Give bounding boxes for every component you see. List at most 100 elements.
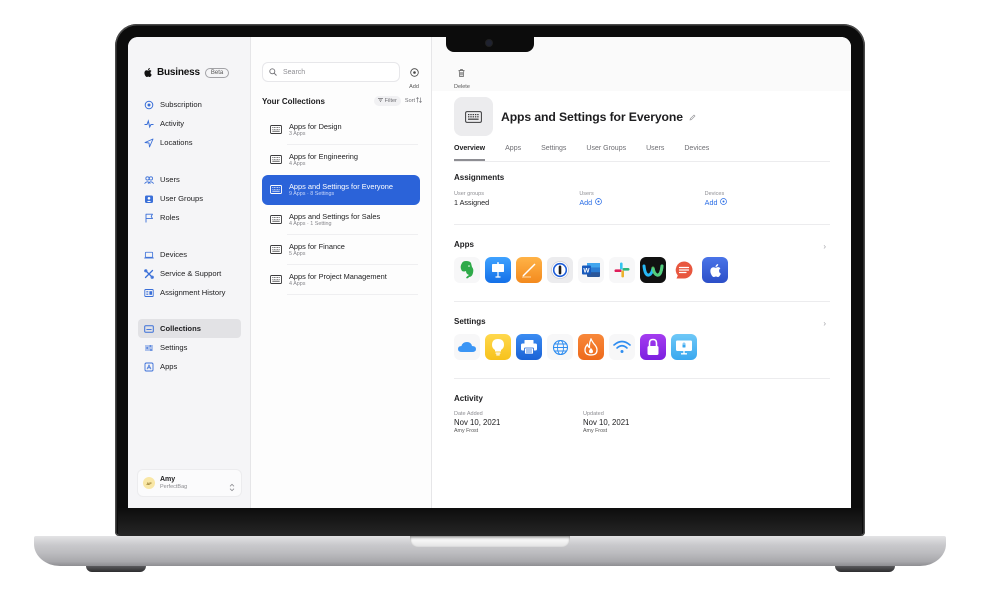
collection-list-item[interactable]: Apps for Project Management 4 Apps	[262, 265, 420, 295]
detail-tabs: Overview Apps Settings User Groups Users Devi…	[454, 145, 830, 162]
sidebar-item-roles[interactable]: Roles	[138, 208, 241, 227]
printer-icon[interactable]	[516, 334, 542, 360]
sidebar-item-label: Activity	[160, 119, 185, 128]
sort-button[interactable]: Sort	[405, 97, 422, 105]
collection-list-item[interactable]: Apps for Design 3 Apps	[262, 115, 420, 145]
edit-pencil-icon[interactable]	[689, 110, 696, 124]
sidebar-item-activity[interactable]: Activity	[138, 114, 241, 133]
slack-icon[interactable]	[609, 257, 635, 283]
sidebar-item-apps[interactable]: Apps	[138, 357, 241, 376]
collection-name: Apps and Settings for Sales	[289, 212, 381, 221]
settings-section[interactable]: Settings ›	[454, 317, 830, 360]
date-added-label: Date Added	[454, 411, 483, 417]
tab-settings[interactable]: Settings	[541, 145, 566, 161]
evernote-icon[interactable]	[454, 257, 480, 283]
collection-icon	[270, 151, 282, 169]
quip-icon[interactable]	[671, 257, 697, 283]
nav-group-account: Subscription Activity Locations	[138, 95, 241, 152]
collection-text: Apps for Engineering 4 Apps	[289, 152, 358, 168]
filter-label: Filter	[384, 98, 397, 104]
sidebar-item-service-support[interactable]: Service & Support	[138, 264, 241, 283]
apps-title: Apps	[454, 240, 474, 249]
sidebar-item-user-groups[interactable]: User Groups	[138, 189, 241, 208]
assignment-users: Users Add	[579, 191, 704, 208]
users-icon	[144, 175, 154, 185]
add-devices-link[interactable]: Add	[705, 198, 830, 208]
nav-group-devices: Devices Service & Support Assignment His…	[138, 245, 241, 302]
subscription-icon	[144, 100, 154, 110]
collections-icon	[144, 324, 154, 334]
sidebar-item-locations[interactable]: Locations	[138, 133, 241, 152]
sidebar-item-label: Apps	[160, 362, 178, 371]
collection-text: Apps and Settings for Sales 4 Apps · 1 Se…	[289, 212, 380, 228]
keynote-icon[interactable]	[485, 257, 511, 283]
tab-overview[interactable]: Overview	[454, 145, 486, 161]
display-icon[interactable]	[671, 334, 697, 360]
added-by: Amy Frost	[454, 428, 479, 434]
collection-list-item[interactable]: Apps for Engineering 4 Apps	[262, 145, 420, 175]
word-icon[interactable]: W	[578, 257, 604, 283]
search-input[interactable]: Search	[262, 62, 400, 82]
collection-list-item[interactable]: Apps and Settings for Everyone 9 Apps · 8…	[262, 175, 420, 205]
assignments-title: Assignments	[454, 173, 505, 182]
tab-devices[interactable]: Devices	[684, 145, 709, 161]
sidebar-item-assignment-history[interactable]: Assignment History	[138, 283, 241, 302]
webex-icon[interactable]	[640, 257, 666, 283]
sidebar-item-settings[interactable]: Settings	[138, 338, 241, 357]
fire-icon[interactable]	[578, 334, 604, 360]
camera-icon	[486, 40, 492, 46]
collection-meta: 3 Apps	[289, 131, 306, 137]
apple-business-app-icon[interactable]	[702, 257, 728, 283]
collection-list-item[interactable]: Apps for Finance 5 Apps	[262, 235, 420, 265]
lightbulb-icon[interactable]	[485, 334, 511, 360]
avatar: AF	[143, 477, 155, 489]
add-users-label: Add	[579, 198, 593, 207]
sidebar-item-label: Subscription	[160, 100, 202, 109]
app-window: Business Beta Subscription Activity Loca…	[128, 37, 851, 508]
1password-icon[interactable]	[547, 257, 573, 283]
icloud-icon[interactable]	[454, 334, 480, 360]
collection-meta: 4 Apps	[289, 281, 306, 287]
sidebar-item-label: User Groups	[160, 194, 204, 203]
trash-icon	[458, 64, 465, 82]
updated-label: Updated	[583, 411, 604, 417]
divider	[454, 378, 830, 379]
collection-name: Apps for Finance	[289, 242, 345, 251]
activity-row: Date Added Nov 10, 2021 Amy Frost Update…	[454, 411, 830, 435]
devices-label: Devices	[704, 191, 725, 197]
collection-icon	[270, 211, 282, 229]
sidebar-item-collections[interactable]: Collections	[138, 319, 241, 338]
account-switcher[interactable]: AF Amy PerfectBag	[137, 469, 242, 497]
brand-logo	[144, 68, 152, 77]
user-groups-icon	[144, 194, 154, 204]
sidebar-item-devices[interactable]: Devices	[138, 245, 241, 264]
collection-icon	[454, 97, 493, 136]
apps-section[interactable]: Apps › W	[454, 240, 830, 283]
sidebar-item-subscription[interactable]: Subscription	[138, 95, 241, 114]
lock-icon[interactable]	[640, 334, 666, 360]
tab-apps[interactable]: Apps	[505, 145, 521, 161]
delete-button[interactable]: Delete	[454, 64, 470, 90]
add-collection-button[interactable]: Add	[404, 64, 424, 90]
sidebar-item-label: Locations	[160, 138, 193, 147]
filter-button[interactable]: Filter	[373, 96, 401, 106]
page-title: Apps and Settings for Everyone	[501, 110, 696, 124]
date-added-value: Nov 10, 2021	[454, 418, 501, 427]
laptop-foot-right	[835, 566, 895, 572]
collection-icon	[270, 271, 282, 289]
wifi-icon[interactable]	[609, 334, 635, 360]
search-icon	[269, 63, 277, 81]
globe-icon[interactable]	[547, 334, 573, 360]
tools-icon	[144, 268, 154, 279]
collection-list-item[interactable]: Apps and Settings for Sales 4 Apps · 1 Se…	[262, 205, 420, 235]
chevron-right-icon[interactable]: ›	[823, 242, 826, 251]
divider	[454, 301, 830, 302]
tab-user-groups[interactable]: User Groups	[586, 145, 626, 161]
add-users-link[interactable]: Add	[579, 198, 704, 208]
collection-title: Apps and Settings for Everyone	[501, 110, 683, 124]
tab-users[interactable]: Users	[646, 145, 664, 161]
brand: Business Beta	[144, 67, 230, 78]
chevron-right-icon[interactable]: ›	[823, 319, 826, 328]
pages-icon[interactable]	[516, 257, 542, 283]
sidebar-item-users[interactable]: Users	[138, 170, 241, 189]
